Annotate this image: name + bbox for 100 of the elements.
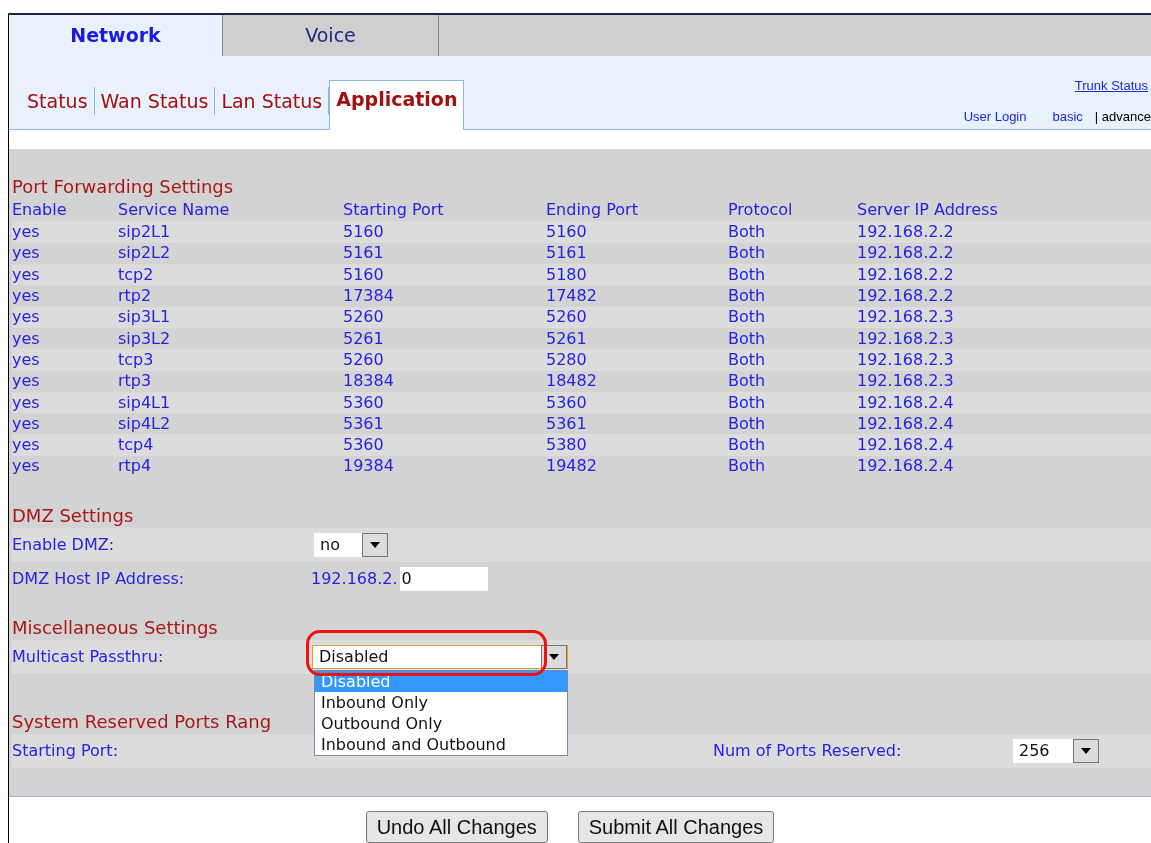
column-header: Ending Port <box>546 199 639 222</box>
advanced-link[interactable]: | advance <box>1094 107 1151 127</box>
column-header: Service Name <box>118 199 231 222</box>
table-cell-text: Both <box>728 370 767 393</box>
form-button[interactable]: Undo All Changes <box>365 811 548 843</box>
table-cell-text: 5160 <box>343 263 385 286</box>
ip-prefix: 192.168.2. <box>311 568 399 591</box>
enable-dmz-select[interactable]: no <box>314 533 388 558</box>
table-cell-text: Both <box>728 263 767 286</box>
table-cell-text: yes <box>12 242 41 265</box>
section-heading: System Reserved Ports Rang <box>12 710 272 735</box>
table-cell-text: 17482 <box>546 285 598 307</box>
table-cell-text: 5260 <box>546 306 588 329</box>
table-cell-text: 5280 <box>546 348 588 371</box>
section-heading: DMZ Settings <box>12 504 134 529</box>
table-cell-text: tcp2 <box>118 263 155 286</box>
table-cell-text: 5360 <box>343 434 385 457</box>
column-header: Enable <box>12 199 68 222</box>
table-cell-text: 5261 <box>343 327 385 350</box>
table-cell-text: 5260 <box>343 306 385 329</box>
dropdown-option[interactable]: Outbound Only <box>315 713 567 735</box>
table-cell-text: yes <box>12 348 41 371</box>
caret-icon <box>370 542 380 549</box>
table-cell-text: 192.168.2.2 <box>857 285 955 307</box>
sub-tab[interactable]: Application <box>329 79 465 130</box>
ports-reserved-select[interactable]: 256 <box>1013 739 1099 764</box>
table-cell-text: Both <box>728 221 767 244</box>
user-login-link[interactable]: User Login <box>963 107 1027 127</box>
table-cell-text: Both <box>728 242 767 265</box>
table-cell-text: yes <box>12 412 41 435</box>
table-cell-text: 19384 <box>343 455 395 478</box>
table-cell-text: Both <box>728 306 767 329</box>
sub-tab[interactable]: Wan Status <box>94 86 216 115</box>
dropdown-option[interactable]: Inbound Only <box>315 692 567 714</box>
table-cell-text: yes <box>12 285 41 307</box>
table-cell-text: Both <box>728 455 767 478</box>
table-cell-text: yes <box>12 263 41 286</box>
table-cell-text: 192.168.2.2 <box>857 221 955 244</box>
table-cell-text: 192.168.2.2 <box>857 263 955 286</box>
table-cell-text: 17384 <box>343 285 395 307</box>
table-cell-text: 5161 <box>343 242 385 265</box>
table-cell-text: 18482 <box>546 370 598 393</box>
field-label: Starting Port: <box>12 741 119 761</box>
table-cell-text: 5360 <box>343 391 385 414</box>
trunk-status-link[interactable]: Trunk Status <box>1074 75 1151 96</box>
table-cell-text: 18384 <box>343 370 395 393</box>
table-cell-text: sip4L2 <box>118 412 172 435</box>
table-cell-text: sip4L1 <box>118 391 172 414</box>
table-cell-text: 192.168.2.3 <box>857 327 955 350</box>
table-cell-text: 5361 <box>546 412 588 435</box>
table-cell-text: 192.168.2.3 <box>857 370 955 393</box>
table-cell-text: sip3L1 <box>118 306 172 329</box>
table-cell-text: 5361 <box>343 412 385 435</box>
table-cell-text: sip2L2 <box>118 242 172 265</box>
table-cell-text: 5161 <box>546 242 588 265</box>
table-cell-text: Both <box>728 434 767 457</box>
field-label: DMZ Host IP Address: <box>12 568 186 591</box>
table-cell-text: 5260 <box>343 348 385 371</box>
dropdown-option[interactable]: Inbound and Outbound <box>315 734 567 756</box>
table-cell-text: Both <box>728 412 767 435</box>
table-cell-text: 19482 <box>546 455 598 478</box>
table-cell-text: Both <box>728 327 767 350</box>
section-heading: Port Forwarding Settings <box>12 175 234 200</box>
basic-link[interactable]: basic <box>1052 107 1083 127</box>
table-cell-text: 5380 <box>546 434 588 457</box>
table-cell-text: tcp4 <box>118 434 155 457</box>
table-cell-text: Both <box>728 391 767 414</box>
table-cell-text: yes <box>12 221 41 244</box>
table-cell-text: yes <box>12 306 41 329</box>
caret-icon <box>1081 748 1091 755</box>
table-cell-text: 192.168.2.4 <box>857 434 955 457</box>
table-cell-text: 5261 <box>546 327 588 350</box>
table-cell-text: Both <box>728 348 767 371</box>
form-button[interactable]: Submit All Changes <box>577 811 775 843</box>
table-cell-text: 5360 <box>546 391 588 414</box>
column-header: Starting Port <box>343 199 445 222</box>
table-cell-text: sip3L2 <box>118 327 172 350</box>
table-cell-text: yes <box>12 455 41 478</box>
table-cell-text: 192.168.2.4 <box>857 391 955 414</box>
table-cell-text: rtp4 <box>118 455 153 478</box>
table-cell-text: 5180 <box>546 263 588 286</box>
table-cell-text: rtp3 <box>118 370 153 393</box>
table-cell-text: yes <box>12 434 41 457</box>
table-cell-text: 192.168.2.4 <box>857 412 955 435</box>
sub-tab[interactable]: Status <box>21 86 95 115</box>
tab[interactable]: Network <box>9 15 223 56</box>
table-cell-text: yes <box>12 391 41 414</box>
table-cell-text: rtp2 <box>118 285 153 307</box>
table-cell-text: tcp3 <box>118 348 155 371</box>
field-label: Num of Ports Reserved: <box>713 740 903 763</box>
column-header: Server IP Address <box>857 199 999 222</box>
caret-icon <box>549 654 559 661</box>
host-ip-input[interactable]: 0 <box>399 567 488 592</box>
table-cell-text: 5160 <box>546 221 588 244</box>
table-cell-text: 5160 <box>343 221 385 244</box>
column-header: Protocol <box>728 199 794 222</box>
field-label: Enable DMZ: <box>12 534 116 557</box>
field-label: Multicast Passthru: <box>12 646 165 669</box>
table-cell-text: yes <box>12 370 41 393</box>
multicast-select[interactable]: Disabled <box>312 645 568 670</box>
